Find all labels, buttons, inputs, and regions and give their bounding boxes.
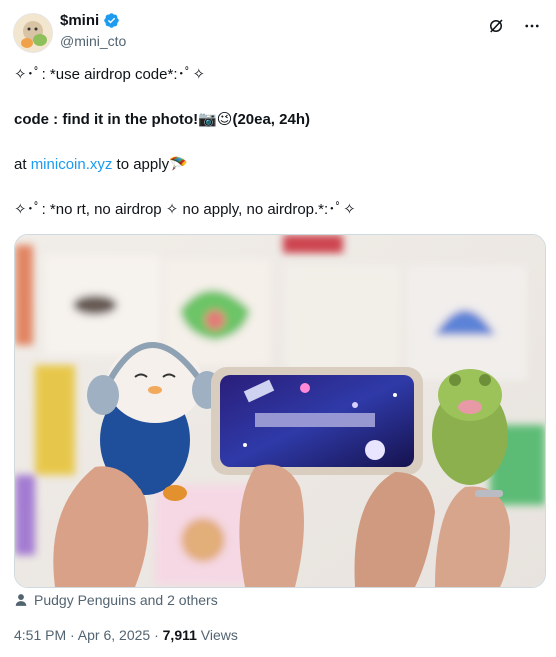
tweet-timestamp[interactable]: 4:51 PM · Apr 6, 2025 · — [14, 627, 163, 643]
handle[interactable]: @mini_cto — [60, 33, 126, 49]
tagged-text[interactable]: Pudgy Penguins and 2 others — [34, 592, 218, 608]
tagged-users[interactable]: Pudgy Penguins and 2 others — [14, 592, 218, 608]
tweet-line-4: ✧･ﾟ: *no rt, no airdrop ✧ no apply, no a… — [14, 201, 356, 218]
grok-icon[interactable] — [486, 16, 506, 36]
tweet-line-3: at minicoin.xyz to apply🪂 — [14, 155, 188, 175]
phone — [211, 367, 423, 475]
verified-badge-icon — [104, 13, 119, 28]
frog-plush — [432, 369, 508, 485]
more-icon[interactable] — [522, 16, 542, 36]
tweet-photo[interactable] — [14, 234, 546, 588]
tweet-line-3-prefix: at — [14, 156, 31, 173]
tweet-line-2: code : find it in the photo!📷😉(20ea, 24h… — [14, 111, 310, 128]
views-label: Views — [196, 627, 238, 643]
tweet-line-1: ✧･ﾟ: *use airdrop code*:･ﾟ✧ — [14, 66, 206, 83]
photo-illustration — [15, 235, 545, 587]
display-name-row[interactable]: $mini — [60, 12, 120, 29]
avatar-image — [14, 14, 52, 52]
display-name[interactable]: $mini — [60, 12, 99, 29]
avatar[interactable] — [13, 13, 53, 53]
top-icons — [486, 16, 542, 36]
tweet-line-3-suffix: to apply🪂 — [112, 156, 188, 173]
person-icon — [15, 594, 27, 606]
minicoin-link[interactable]: minicoin.xyz — [31, 156, 113, 173]
views-count: 7,911 — [162, 627, 197, 643]
tweet-meta: 4:51 PM · Apr 6, 2025 · 7,911 Views — [14, 627, 238, 643]
